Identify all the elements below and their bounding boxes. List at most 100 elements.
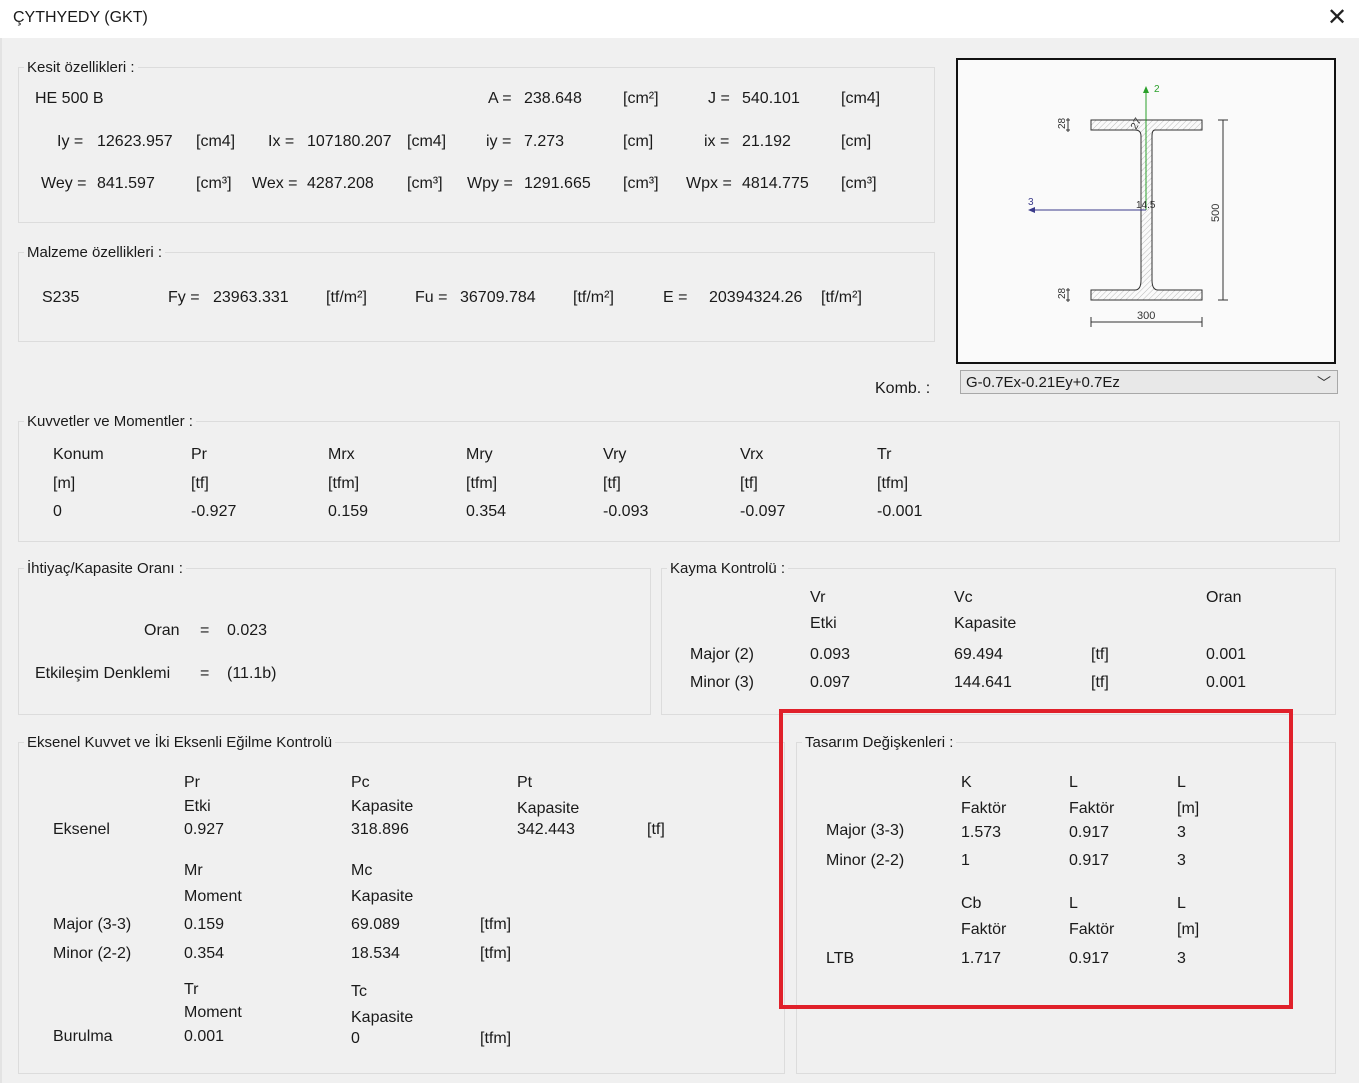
komb-select[interactable]: G-0.7Ex-0.21Ey+0.7Ez ﹀ [960,370,1338,394]
title-bar: ÇYTHYEDY (GKT) ✕ [0,0,1359,38]
eks-bur-label: Burulma [53,1028,113,1045]
Iy-unit: [cm4] [196,133,236,150]
J-unit: [cm4] [841,90,881,107]
eks-major-unit: [tfm] [480,916,512,933]
kayma-minor-label: Minor (3) [690,674,755,691]
ix-value: 21.192 [742,133,791,150]
axis-3-label: 3 [1028,197,1034,208]
chevron-down-icon[interactable]: ﹀ [1317,373,1331,393]
section-name: HE 500 B [35,90,104,107]
kuvvet-v0: 0 [53,503,62,520]
eks-mr-sub: Moment [184,888,242,905]
kayma-minor-unit: [tf] [1091,674,1109,691]
eks-unit: [tf] [647,821,665,838]
eks-mc-sub: Kapasite [351,888,414,905]
kayma-major-unit: [tf] [1091,646,1109,663]
Wex-unit: [cm³] [407,175,443,192]
eks-minor-mc: 18.534 [351,945,400,962]
A-label: A = [488,90,512,107]
kayma-vc-sub: Kapasite [954,615,1017,632]
malzeme-legend: Malzeme özellikleri : [24,244,166,261]
eks-tc: Tc [351,983,367,1000]
ihtiyac-group [18,568,651,715]
Wey-label: Wey = [41,175,87,192]
tf-bot-label: 28 [1057,287,1068,299]
kuvvet-h0: Konum [53,446,104,463]
komb-value: G-0.7Ex-0.21Ey+0.7Ez [966,374,1120,391]
J-label: J = [708,90,730,107]
window-title: ÇYTHYEDY (GKT) [13,9,148,26]
kayma-vc: Vc [954,589,973,606]
eks-tc-sub: Kapasite [351,1009,414,1026]
eks-major-label: Major (3-3) [53,916,132,933]
window-edge [0,38,2,1083]
eks-bur-tc: 0 [351,1030,360,1047]
axis-2-label: 2 [1154,84,1160,95]
Wpx-unit: [cm³] [841,175,877,192]
kuvvet-h3: Mry [466,446,493,463]
E-label: E = [663,289,688,306]
iy-value: 7.273 [524,133,565,150]
close-icon[interactable]: ✕ [1322,4,1352,32]
kayma-major-vc: 69.494 [954,646,1003,663]
Ix-unit: [cm4] [407,133,447,150]
eks-pr-sub: Etki [184,798,211,815]
kayma-major-oran: 0.001 [1206,646,1247,663]
kuvvet-group [18,421,1340,542]
iy-unit: [cm] [623,133,654,150]
eksenel-legend: Eksenel Kuvvet ve İki Eksenli Eğilme Kon… [24,734,336,751]
tw-label: 14.5 [1136,200,1156,211]
kuvvet-v1: -0.927 [191,503,237,520]
kayma-minor-vc: 144.641 [954,674,1012,691]
eks-major-mr: 0.159 [184,916,225,933]
kayma-major-label: Major (2) [690,646,755,663]
kayma-legend: Kayma Kontrolü : [667,560,789,577]
eks-pr-value: 0.927 [184,821,225,838]
kuvvet-u2: [tfm] [328,475,360,492]
kuvvet-h6: Tr [877,446,892,463]
ihtiyac-legend: İhtiyaç/Kapasite Oranı : [24,560,186,577]
kayma-oran: Oran [1206,589,1242,606]
height-label: 500 [1210,204,1222,222]
etkilesim-value: (11.1b) [227,665,277,682]
Iy-value: 12623.957 [97,133,173,150]
section-drawing: 2 3 28 28 27 14.5 500 300 [956,58,1336,364]
eks-pc: Pc [351,774,370,791]
Wey-value: 841.597 [97,175,155,192]
Fu-label: Fu = [415,289,448,306]
kuvvet-h5: Vrx [740,446,764,463]
Fy-label: Fy = [168,289,200,306]
eks-pc-sub: Kapasite [351,798,414,815]
kuvvet-u3: [tfm] [466,475,498,492]
kuvvet-h2: Mrx [328,446,355,463]
Fy-unit: [tf/m²] [326,289,367,306]
eks-minor-label: Minor (2-2) [53,945,132,962]
oran-label: Oran [144,622,180,639]
kuvvet-v6: -0.001 [877,503,923,520]
Fu-value: 36709.784 [460,289,536,306]
eks-pt-sub: Kapasite [517,800,580,817]
Wpy-value: 1291.665 [524,175,591,192]
etkilesim-eq: = [200,665,210,682]
kuvvet-u4: [tf] [603,475,621,492]
oran-eq: = [200,622,210,639]
Fu-unit: [tf/m²] [573,289,614,306]
eks-pc-value: 318.896 [351,821,409,838]
iy-label: iy = [486,133,512,150]
kayma-major-vr: 0.093 [810,646,851,663]
Ix-value: 107180.207 [307,133,392,150]
eks-pr: Pr [184,774,200,791]
eks-pt-value: 342.443 [517,821,575,838]
kuvvet-u0: [m] [53,475,76,492]
A-unit: [cm²] [623,90,659,107]
kuvvet-v3: 0.354 [466,503,507,520]
oran-value: 0.023 [227,622,268,639]
kuvvet-v5: -0.097 [740,503,786,520]
kuvvet-u1: [tf] [191,475,209,492]
ix-unit: [cm] [841,133,872,150]
A-value: 238.648 [524,90,582,107]
eks-major-mc: 69.089 [351,916,400,933]
eks-minor-unit: [tfm] [480,945,512,962]
kuvvet-v4: -0.093 [603,503,649,520]
Fy-value: 23963.331 [213,289,289,306]
